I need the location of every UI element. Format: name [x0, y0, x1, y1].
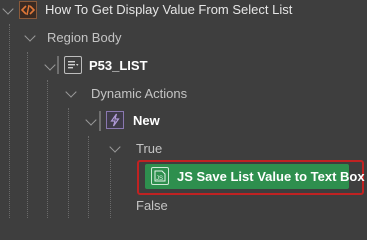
code-brackets-icon: [19, 1, 37, 19]
item-node-label[interactable]: P53_LIST: [89, 58, 148, 74]
false-branch-label[interactable]: False: [136, 198, 168, 214]
collapse-chevron-item[interactable]: [44, 59, 56, 71]
tree-guide-line: [110, 158, 111, 218]
collapse-chevron-region[interactable]: [24, 30, 36, 42]
event-node-label[interactable]: New: [133, 113, 160, 129]
node-separator: [99, 111, 101, 131]
action-node-label: JS Save List Value to Text Box: [177, 169, 365, 184]
select-list-icon: [64, 56, 82, 74]
collapse-chevron-true[interactable]: [109, 141, 121, 153]
node-separator: [57, 56, 59, 74]
tree-guide-line: [27, 52, 28, 218]
svg-text:JS: JS: [156, 176, 163, 182]
selected-action-node[interactable]: JS JS Save List Value to Text Box: [145, 164, 365, 189]
collapse-chevron-dynamic-actions[interactable]: [65, 86, 77, 98]
tree-guide-line: [88, 136, 89, 218]
page-node-label[interactable]: How To Get Display Value From Select Lis…: [45, 2, 292, 18]
javascript-file-icon: JS: [151, 167, 169, 185]
collapse-chevron-event[interactable]: [85, 114, 97, 126]
tree-guide-line: [68, 108, 69, 218]
dynamic-actions-label[interactable]: Dynamic Actions: [91, 86, 187, 102]
tree-guide-line: [9, 24, 10, 218]
tree-guide-line: [47, 80, 48, 218]
collapse-chevron-page[interactable]: [2, 3, 14, 15]
region-node-label[interactable]: Region Body: [47, 30, 121, 46]
lightning-icon: [106, 111, 124, 129]
true-branch-label[interactable]: True: [136, 141, 162, 157]
